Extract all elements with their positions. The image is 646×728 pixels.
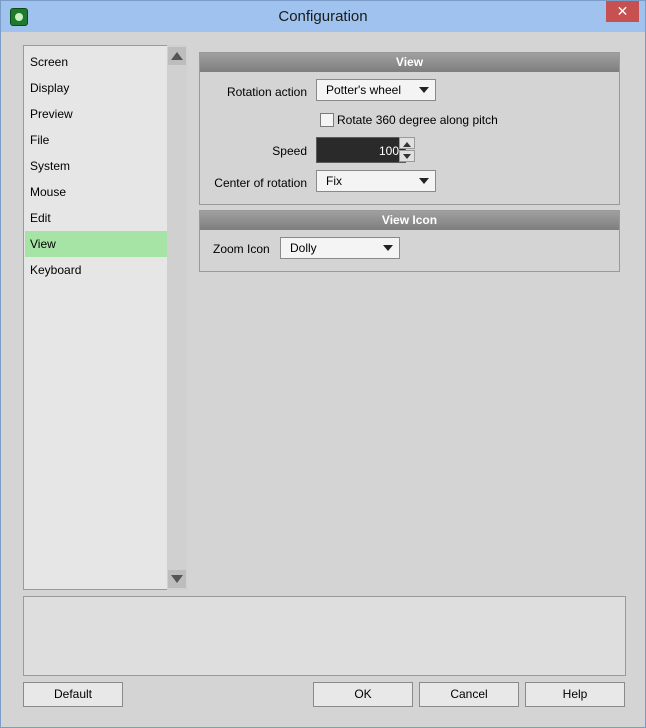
chevron-up-icon: [171, 52, 183, 60]
sidebar-item-edit[interactable]: Edit: [25, 205, 167, 231]
scroll-down-button[interactable]: [168, 570, 186, 588]
view-icon-group: View Icon Zoom Icon Dolly: [199, 210, 620, 272]
sidebar-item-keyboard[interactable]: Keyboard: [25, 257, 167, 283]
rotation-action-value: Potter's wheel: [326, 83, 401, 97]
center-of-rotation-label: Center of rotation: [214, 176, 307, 190]
rotate-360-checkbox[interactable]: [320, 113, 334, 127]
sidebar-item-display[interactable]: Display: [25, 75, 167, 101]
ok-button[interactable]: OK: [313, 682, 413, 707]
cancel-button[interactable]: Cancel: [419, 682, 519, 707]
chevron-up-icon: [403, 142, 411, 147]
description-panel: [23, 596, 626, 676]
speed-spin-buttons: [399, 137, 415, 163]
scroll-up-button[interactable]: [168, 47, 186, 65]
view-icon-group-header: View Icon: [200, 211, 619, 230]
title-bar: Configuration ✕: [1, 1, 645, 32]
zoom-icon-value: Dolly: [290, 241, 317, 255]
help-button[interactable]: Help: [525, 682, 625, 707]
center-of-rotation-select[interactable]: Fix: [316, 170, 436, 192]
speed-spinbox[interactable]: 100: [316, 137, 406, 163]
chevron-down-icon: [419, 87, 429, 93]
sidebar-item-screen[interactable]: Screen: [25, 49, 167, 75]
speed-increment-button[interactable]: [399, 137, 415, 149]
chevron-down-icon: [171, 575, 183, 583]
rotation-action-label: Rotation action: [226, 85, 307, 99]
category-list-scrollbar[interactable]: [167, 45, 187, 590]
rotate-360-label: Rotate 360 degree along pitch: [337, 113, 498, 127]
view-group: View Rotation action Potter's wheel Rota…: [199, 52, 620, 205]
speed-value: 100: [378, 144, 399, 158]
sidebar-item-system[interactable]: System: [25, 153, 167, 179]
sidebar-item-preview[interactable]: Preview: [25, 101, 167, 127]
close-button[interactable]: ✕: [606, 1, 639, 22]
window-title: Configuration: [278, 8, 368, 25]
zoom-icon-label: Zoom Icon: [213, 242, 270, 256]
chevron-down-icon: [403, 154, 411, 159]
zoom-icon-select[interactable]: Dolly: [280, 237, 400, 259]
speed-decrement-button[interactable]: [399, 150, 415, 162]
chevron-down-icon: [419, 178, 429, 184]
sidebar-item-file[interactable]: File: [25, 127, 167, 153]
sidebar-item-view[interactable]: View: [25, 231, 167, 257]
center-of-rotation-value: Fix: [326, 174, 342, 188]
default-button[interactable]: Default: [23, 682, 123, 707]
rotation-action-select[interactable]: Potter's wheel: [316, 79, 436, 101]
close-icon: ✕: [616, 3, 629, 19]
speed-label: Speed: [272, 144, 307, 158]
sidebar-item-mouse[interactable]: Mouse: [25, 179, 167, 205]
chevron-down-icon: [383, 245, 393, 251]
category-list: Screen Display Preview File System Mouse…: [23, 45, 169, 590]
configuration-window: Configuration ✕ Screen Display Preview F…: [0, 0, 646, 728]
view-group-header: View: [200, 53, 619, 72]
